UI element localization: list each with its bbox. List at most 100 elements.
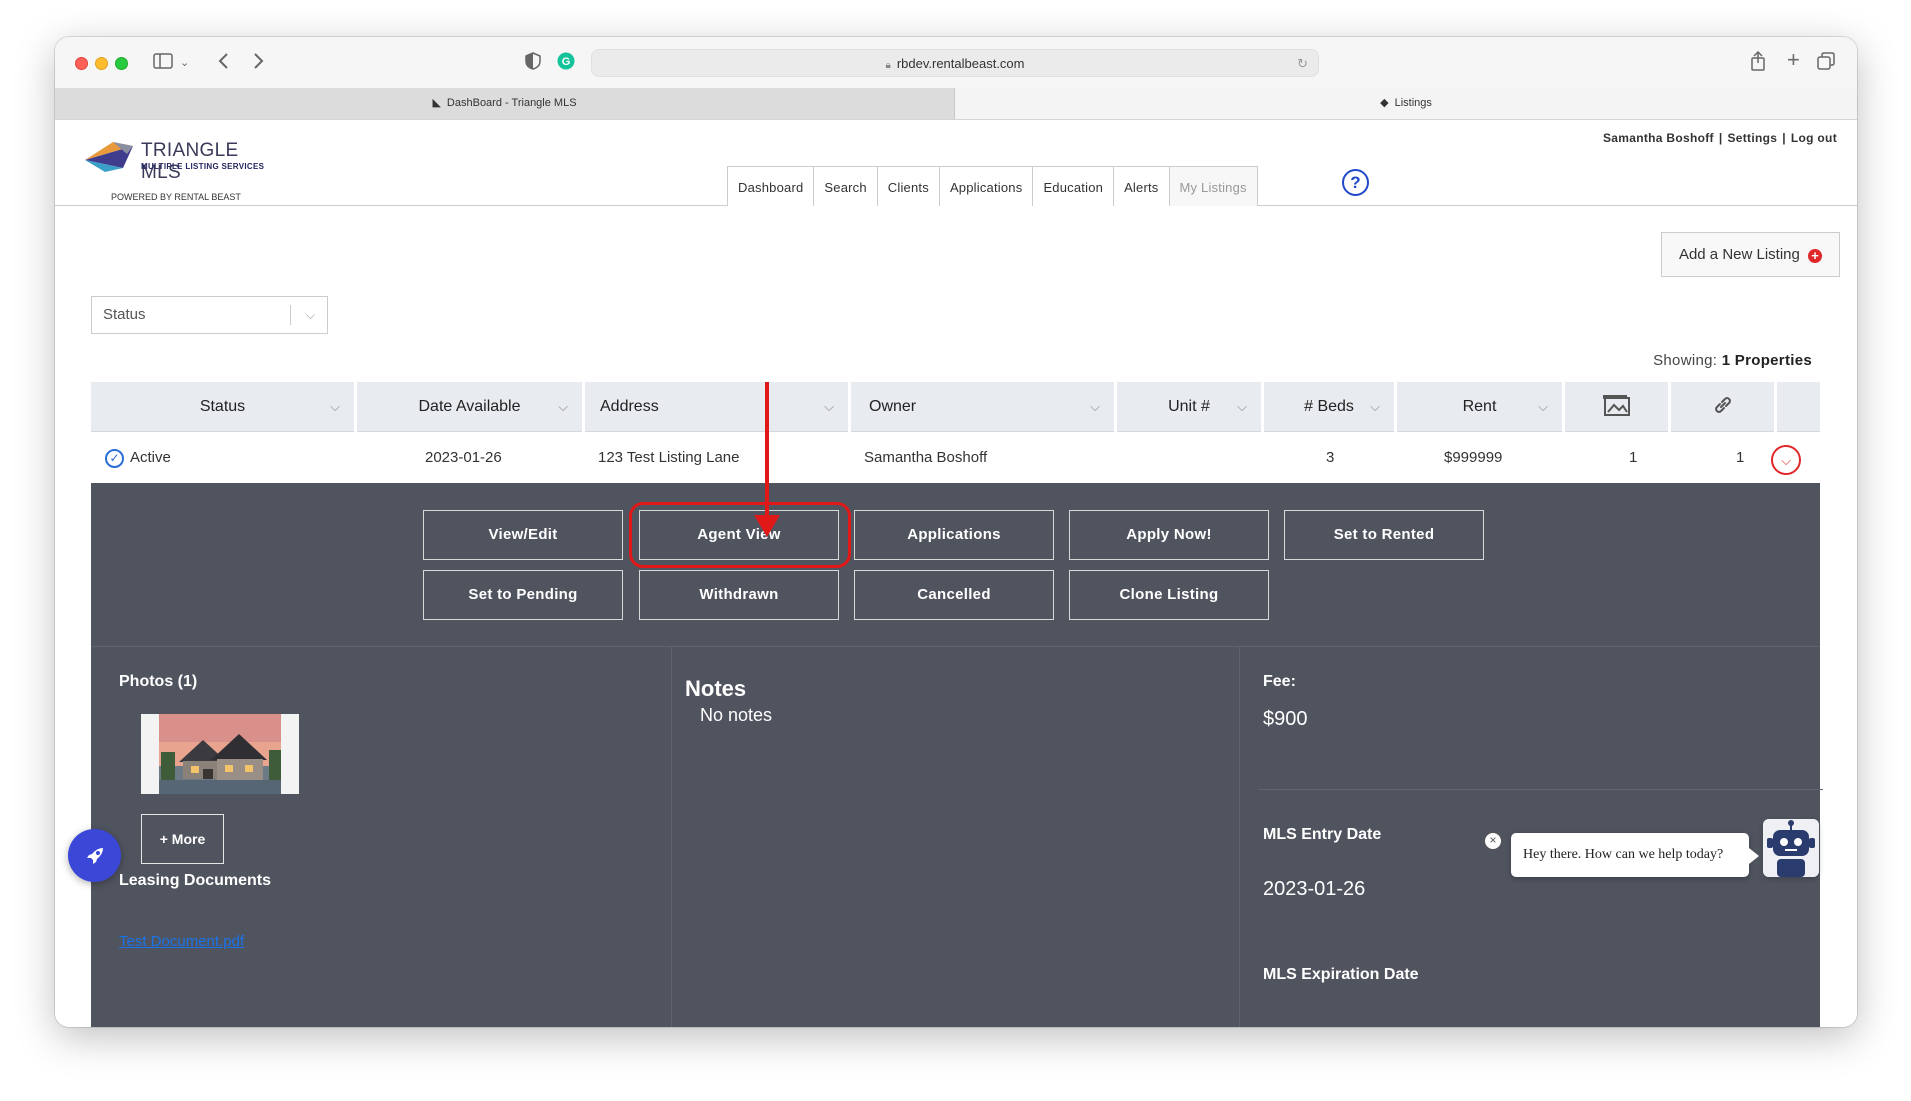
agent-view-highlight [629,502,851,568]
row-rent: $999999 [1444,449,1503,466]
separator: | [1782,131,1786,145]
logout-link[interactable]: Log out [1791,131,1837,145]
column-beds[interactable]: # Beds ⌵ [1264,382,1397,432]
row-address: 123 Test Listing Lane [598,449,740,466]
column-address[interactable]: Address ⌵ [585,382,851,432]
chevron-down-icon: ⌵ [824,399,834,414]
nav-applications[interactable]: Applications [938,166,1034,206]
column-date-available[interactable]: Date Available ⌵ [357,382,585,432]
tab-dashboard[interactable]: ◣ DashBoard - Triangle MLS [55,88,955,119]
column-owner[interactable]: Owner ⌵ [851,382,1117,432]
properties-count: 1 Properties [1721,352,1812,369]
listings-favicon-icon: ◆ [1380,97,1389,109]
fee-value: $900 [1263,708,1308,730]
apply-now-button[interactable]: Apply Now! [1069,510,1269,560]
chatbot-icon[interactable] [1763,819,1819,877]
column-status[interactable]: Status ⌵ [91,382,357,432]
column-label: Rent [1462,398,1497,415]
status-filter-select[interactable]: Status ⌵ [91,296,328,334]
set-to-rented-button[interactable]: Set to Rented [1284,510,1484,560]
applications-button[interactable]: Applications [854,510,1054,560]
tab-bar: ◣ DashBoard - Triangle MLS ◆ Listings [55,88,1857,120]
annotation-arrow-head [754,515,780,537]
column-label: # Beds [1304,398,1354,415]
mls-entry-date-label: MLS Entry Date [1263,826,1382,843]
share-icon[interactable] [1750,50,1766,75]
column-links[interactable] [1671,382,1777,432]
powered-by-text: POWERED BY RENTAL BEAST [111,192,241,202]
column-photos[interactable] [1565,382,1671,432]
tab-listings[interactable]: ◆ Listings [955,88,1857,119]
column-label: Status [199,398,246,415]
triangle-mls-logo[interactable]: TRIANGLE MLS MULTIPLE LISTING SERVICES P… [83,134,283,202]
nav-my-listings[interactable]: My Listings [1168,166,1258,206]
chevron-down-icon[interactable]: ⌄ [180,53,189,73]
row-link-count: 1 [1736,449,1745,466]
chevron-down-icon[interactable]: ⌵ [306,297,315,333]
table-row[interactable]: ✓ Active 2023-01-26 123 Test Listing Lane… [91,433,1820,483]
shield-icon[interactable] [525,52,541,74]
nav-alerts[interactable]: Alerts [1113,166,1170,206]
document-link[interactable]: Test Document.pdf [119,933,244,950]
column-rent[interactable]: Rent ⌵ [1397,382,1565,432]
tab-label: DashBoard - Triangle MLS [446,97,577,109]
close-chat-icon[interactable]: × [1484,832,1502,850]
forward-icon[interactable] [253,51,265,75]
main-nav: Dashboard Search Clients Applications Ed… [727,166,1258,206]
back-icon[interactable] [217,51,229,75]
nav-dashboard[interactable]: Dashboard [727,166,815,206]
close-window-button[interactable] [75,57,88,70]
clone-listing-button[interactable]: Clone Listing [1069,570,1269,620]
photos-heading: Photos (1) [119,673,198,690]
check-circle-icon: ✓ [105,449,124,468]
nav-education[interactable]: Education [1032,166,1115,206]
row-beds: 3 [1326,449,1335,466]
sidebar-toggle-icon[interactable] [153,53,173,73]
reload-icon[interactable]: ↻ [1297,50,1308,77]
page-content: TRIANGLE MLS MULTIPLE LISTING SERVICES P… [55,120,1857,1027]
listing-photo-thumbnail[interactable] [141,714,299,794]
showing-label: Showing: [1653,352,1718,369]
column-label: Address [600,398,659,415]
nav-search[interactable]: Search [813,166,878,206]
column-divider [671,646,672,1027]
row-date-available: 2023-01-26 [425,449,502,466]
help-icon[interactable]: ? [1342,169,1369,196]
column-label: Date Available [418,398,521,415]
listing-detail-panel: View/Edit Agent View Applications Apply … [91,483,1823,1027]
grammarly-icon[interactable]: G [557,52,575,74]
link-icon [1714,397,1731,413]
column-unit[interactable]: Unit # ⌵ [1117,382,1264,432]
triangle-logo-mark [85,142,133,172]
triangle-favicon-icon: ◣ [432,97,441,109]
cancelled-button[interactable]: Cancelled [854,570,1054,620]
tab-overview-icon[interactable] [1817,52,1835,74]
chevron-down-circle-icon[interactable]: ⌵ [1771,445,1801,475]
new-tab-icon[interactable]: + [1787,49,1800,71]
notes-text: No notes [700,705,773,725]
notes-heading: Notes [685,676,747,701]
withdrawn-button[interactable]: Withdrawn [639,570,839,620]
zoom-window-button[interactable] [115,57,128,70]
annotation-arrow-line [765,382,769,520]
panel-divider [91,646,1820,647]
address-bar[interactable]: 🔒︎ rbdev.rentalbeast.com ↻ [591,49,1319,77]
photos-icon [1602,395,1630,416]
svg-text:G: G [562,56,571,68]
add-new-listing-button[interactable]: Add a New Listing + [1661,232,1840,277]
user-name-link[interactable]: Samantha Boshoff [1603,131,1714,145]
more-photos-button[interactable]: + More [141,814,224,864]
site-header: TRIANGLE MLS MULTIPLE LISTING SERVICES P… [55,120,1857,206]
minimize-window-button[interactable] [95,57,108,70]
set-to-pending-button[interactable]: Set to Pending [423,570,623,620]
url-text: rbdev.rentalbeast.com [896,56,1025,71]
separator: | [1718,131,1723,145]
settings-link[interactable]: Settings [1727,131,1777,145]
chat-greeting-bubble[interactable]: Hey there. How can we help today? [1511,833,1759,877]
showing-count: Showing: 1 Properties [1653,352,1812,369]
chevron-down-icon: ⌵ [558,399,568,414]
rocket-launcher-icon[interactable] [68,829,121,882]
nav-clients[interactable]: Clients [876,166,940,206]
view-edit-button[interactable]: View/Edit [423,510,623,560]
row-status: ✓ Active [105,433,171,483]
